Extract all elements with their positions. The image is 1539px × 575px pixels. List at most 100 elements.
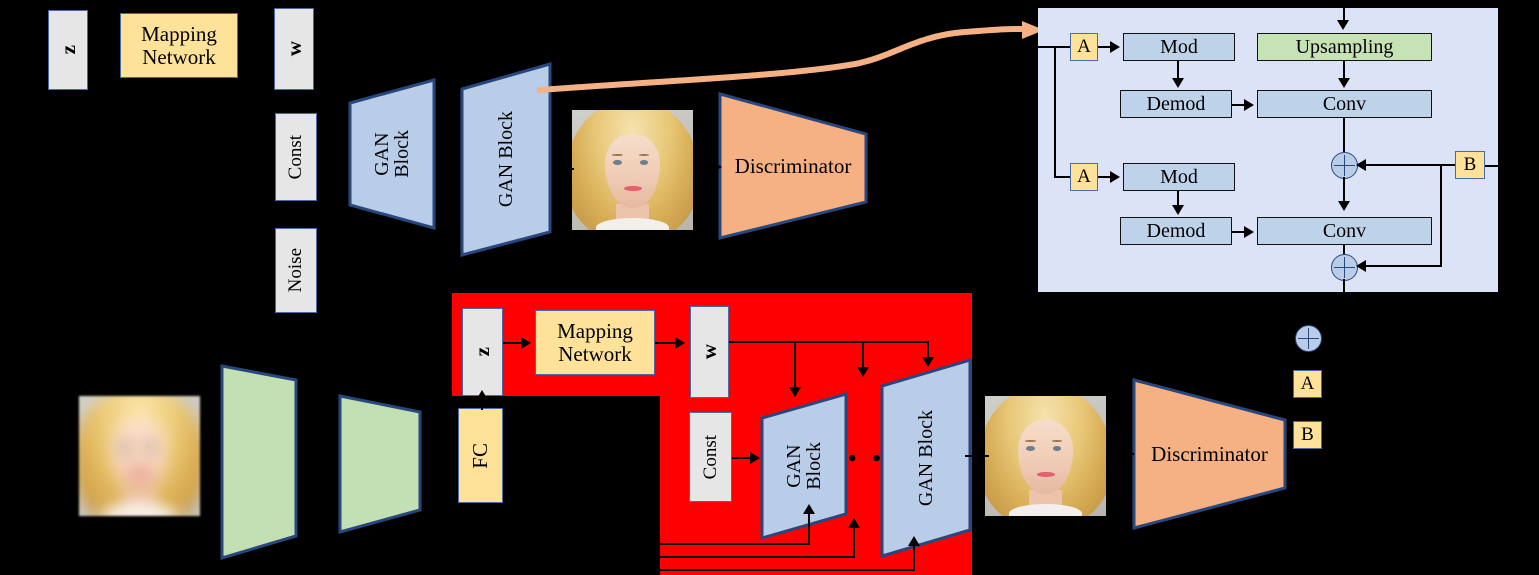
arrow-photo-to-disc-top (712, 161, 722, 173)
photo-shoulder-top (596, 218, 669, 230)
arrow-mod-to-demod-bottom (1172, 205, 1184, 215)
wire-mapping-to-w-bottom (655, 342, 677, 344)
upsampling-label: Upsampling (1295, 35, 1394, 58)
z-box-top: z (48, 10, 88, 90)
discriminator-bottom (1132, 378, 1287, 530)
const-box-bottom: Const (689, 412, 732, 502)
arrow-a-top-to-mod (1110, 41, 1120, 53)
wire-gan2-to-photo-bottom (965, 455, 989, 457)
wire-noise-feed-3 (660, 569, 915, 571)
a-label-top: A (1077, 36, 1091, 58)
conv-box-bottom: Conv (1257, 217, 1432, 245)
mapping-network-bottom-line2: Network (558, 341, 632, 366)
wire-mapping-to-w-top (238, 48, 262, 50)
wire-photo-to-disc-bottom (1106, 453, 1134, 455)
wire-noise-feed-3-up (913, 542, 915, 569)
gan-block-2-bottom (880, 357, 972, 559)
wire-style-bus-vertical (1054, 46, 1056, 177)
conv-label-bottom: Conv (1322, 219, 1367, 242)
wire-gan1-to-gan2-top (436, 155, 458, 157)
arrow-b-to-plus-bottom (1356, 260, 1366, 272)
detail-callout-arrow (536, 21, 1044, 94)
mod-box-top: Mod (1123, 33, 1235, 61)
wire-gan2-to-photo-top (552, 168, 574, 170)
arrow-z-to-mapping-top (110, 43, 120, 55)
diagram-canvas: z Mapping Network w Const Noise GAN Bloc… (0, 0, 1539, 575)
wire-const-to-gan1-top (317, 155, 337, 157)
w-label-bottom: w (697, 344, 722, 360)
legend-add-node-icon (1295, 325, 1322, 352)
wire-noise-feed-1 (660, 543, 810, 545)
upsampling-box: Upsampling (1257, 33, 1432, 61)
demod-box-top: Demod (1120, 90, 1232, 118)
z-box-bottom: z (462, 308, 503, 396)
w-box-bottom: w (690, 306, 729, 398)
photo-lips-bottom (1037, 471, 1056, 477)
generated-face-image-top (572, 110, 693, 230)
arrow-mapping-to-w-bottom (675, 337, 685, 349)
photo-shoulder-bottom (1009, 504, 1082, 516)
arrow-const-to-gan1-bottom (750, 452, 760, 464)
const-box-top: Const (275, 113, 317, 201)
generated-face-image-bottom (985, 396, 1106, 516)
w-box-top: w (274, 8, 314, 90)
wire-conv-to-plus-top (1343, 118, 1345, 152)
conv-box-top: Conv (1257, 90, 1432, 118)
a-box-bottom: A (1070, 163, 1098, 191)
z-label-bottom: z (470, 347, 495, 357)
mapping-network-box-bottom: Mapping Network (535, 310, 655, 375)
wire-noise-feed-2 (660, 556, 855, 558)
demod-box-bottom: Demod (1120, 217, 1232, 245)
arrow-mod-to-demod-top (1172, 78, 1184, 88)
encoder-block-1 (220, 356, 298, 561)
wire-noise-feed-2-up (853, 524, 855, 556)
wire-z-to-mapping-top (88, 48, 110, 50)
fc-box: FC (458, 408, 503, 503)
arrow-b-to-plus-top (1356, 159, 1366, 171)
const-label-top: Const (285, 134, 307, 180)
wire-b-branch-down (1440, 165, 1442, 267)
wire-style-to-a-top (1054, 46, 1070, 48)
wire-b-to-plus-bottom (1362, 265, 1442, 267)
wire-style-to-a-bottom (1054, 176, 1070, 178)
arrow-w-branch-2 (857, 367, 869, 377)
gan-block-1-top (348, 78, 436, 230)
arrow-demod-to-conv-top (1244, 99, 1254, 111)
z-label-top: z (55, 45, 80, 55)
add-node-bottom (1331, 254, 1358, 281)
lowres-shoulder (103, 504, 176, 516)
noise-label-top: Noise (285, 248, 307, 293)
noise-box-top: Noise (275, 228, 317, 313)
mod-box-bottom: Mod (1123, 163, 1235, 191)
arrow-noise-feed-3 (908, 536, 920, 546)
arrow-panel-input-top (1337, 20, 1349, 30)
mapping-network-bottom-line1: Mapping (557, 319, 633, 344)
gan-block-1-bottom (760, 392, 848, 540)
photo-eye-left-top (613, 160, 622, 166)
wire-noise-feed-1-up (808, 510, 810, 543)
arrow-mapping-to-w-top (262, 43, 272, 55)
conv-label-top: Conv (1322, 92, 1367, 115)
wire-b-input (1485, 165, 1539, 167)
arrow-plus-to-conv-bottom (1338, 201, 1350, 211)
mapping-network-label-line1: Mapping (141, 22, 217, 47)
wire-z-to-mapping-bottom (503, 342, 523, 344)
legend-b-box: B (1293, 421, 1322, 449)
fc-label: FC (468, 442, 493, 469)
photo-eye-left-bottom (1026, 446, 1035, 452)
wire-w-bus (729, 341, 929, 343)
mod-label-top: Mod (1160, 35, 1198, 58)
lowres-lips (131, 471, 150, 477)
wire-plus-to-conv-bottom (1343, 177, 1345, 203)
demod-label-bottom: Demod (1146, 219, 1206, 242)
arrow-noise-feed-1 (803, 504, 815, 514)
photo-lips-top (624, 185, 643, 191)
a-label-bottom: A (1077, 166, 1091, 188)
discriminator-top (718, 92, 868, 240)
mod-label-bottom: Mod (1160, 165, 1198, 188)
mapping-network-label-line2: Network (142, 44, 216, 69)
legend-a-label: A (1300, 373, 1315, 395)
arrow-z-to-mapping-bottom (521, 337, 531, 349)
demod-label-top: Demod (1146, 92, 1206, 115)
encoder-block-2 (338, 384, 422, 534)
